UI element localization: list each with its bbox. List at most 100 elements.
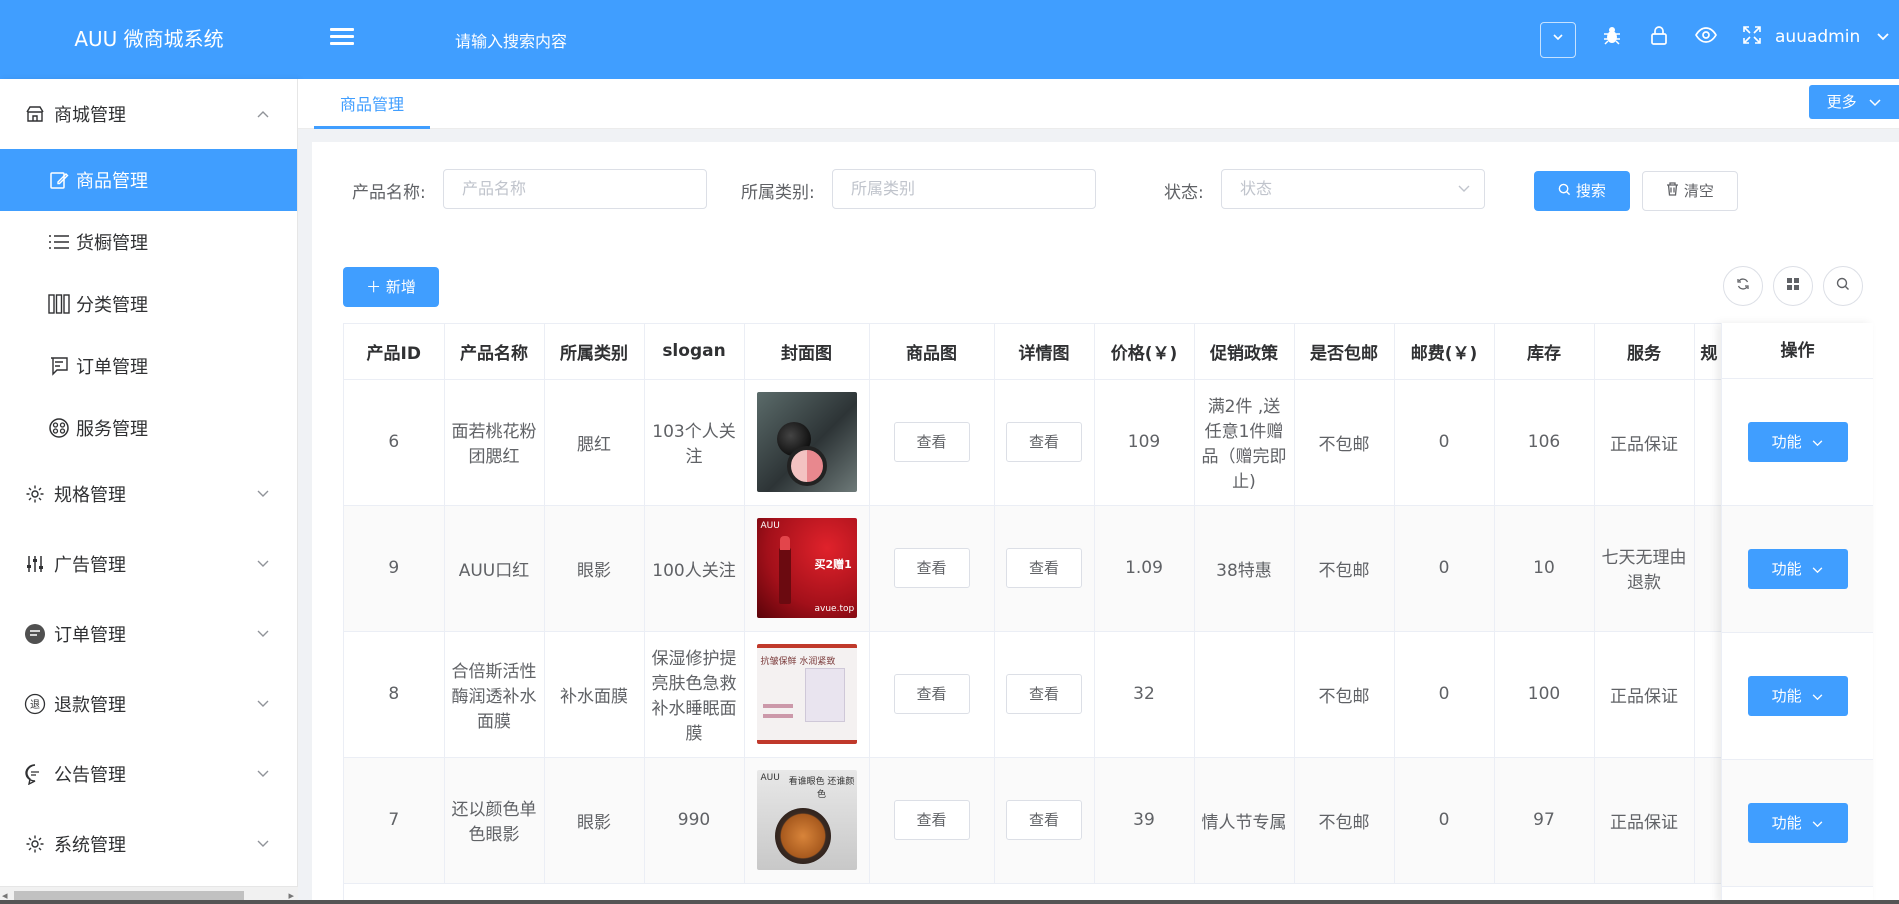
column-header[interactable]: 服务 [1594, 324, 1695, 380]
cell-price: 1.09 [1094, 505, 1195, 632]
column-header[interactable]: 是否包邮 [1294, 324, 1395, 380]
search-icon [1558, 182, 1576, 200]
cover-image[interactable] [756, 392, 857, 492]
sidebar-group-specs[interactable]: 规格管理 [0, 459, 297, 529]
cell-promo: 情人节专属 [1194, 757, 1295, 884]
sidebar-group-system[interactable]: 系统管理 [0, 809, 297, 879]
sidebar-item-showcase[interactable]: 货橱管理 [0, 211, 297, 273]
chevron-up-icon [257, 79, 269, 149]
category-input[interactable]: 所属类别 [832, 169, 1096, 209]
column-header[interactable]: 库存 [1494, 324, 1595, 380]
view-product-images-button[interactable]: 查看 [893, 548, 970, 588]
view-detail-images-button[interactable]: 查看 [1006, 800, 1082, 840]
table-header-row: 产品ID 产品名称 所属类别 slogan 封面图 商品图 详情图 价格(￥) … [344, 324, 1845, 380]
status-placeholder: 状态 [1240, 179, 1273, 198]
view-detail-images-button[interactable]: 查看 [1006, 548, 1082, 588]
top-header: AUU 微商城系统 请输入搜索内容 auuadmin [0, 0, 1899, 79]
cell-id: 7 [344, 757, 445, 884]
sidebar-group-label: 系统管理 [54, 835, 126, 856]
column-header[interactable]: 产品名称 [444, 324, 545, 380]
column-header[interactable]: 邮费(￥) [1394, 324, 1495, 380]
column-header[interactable]: 产品ID [344, 324, 445, 380]
function-dropdown-button[interactable]: 功能 [1747, 803, 1848, 843]
sidebar-item-label: 货橱管理 [76, 233, 148, 254]
sidebar-item-services[interactable]: 服务管理 [0, 397, 297, 459]
sidebar-item-categories[interactable]: 分类管理 [0, 273, 297, 335]
shop-icon [24, 103, 46, 125]
tab-products[interactable]: 商品管理 [314, 79, 430, 129]
eye-icon[interactable] [1692, 24, 1720, 52]
sidebar-item-orders[interactable]: 订单管理 [0, 335, 297, 397]
columns-button[interactable] [1773, 266, 1813, 306]
function-label: 功能 [1771, 814, 1802, 832]
sidebar-group-orders[interactable]: 订单管理 [0, 599, 297, 669]
status-select[interactable]: 状态 [1221, 169, 1485, 209]
app-logo[interactable]: AUU 微商城系统 [0, 0, 298, 79]
column-header[interactable]: 价格(￥) [1094, 324, 1195, 380]
cover-image[interactable]: 抗皱保鲜 水润紧致 [756, 644, 857, 744]
bug-icon[interactable] [1598, 24, 1626, 52]
view-detail-images-button[interactable]: 查看 [1006, 422, 1082, 462]
column-header[interactable]: 促销政策 [1194, 324, 1295, 380]
view-product-images-button[interactable]: 查看 [893, 800, 970, 840]
cell-slogan: 990 [644, 757, 745, 884]
chevron-down-icon[interactable] [1540, 22, 1576, 58]
function-dropdown-button[interactable]: 功能 [1747, 422, 1848, 462]
cell-price: 39 [1094, 757, 1195, 884]
function-dropdown-button[interactable]: 功能 [1747, 676, 1848, 716]
view-product-images-button[interactable]: 查看 [893, 674, 970, 714]
user-menu[interactable]: auuadmin [1775, 27, 1890, 47]
status-label: 状态: [1164, 183, 1204, 203]
cover-image[interactable]: AUU 看谁眼色 还谁颜色 [756, 770, 857, 870]
refresh-button[interactable] [1723, 266, 1763, 306]
sidebar-group-mall[interactable]: 商城管理 [0, 79, 297, 149]
cell-stock: 100 [1494, 631, 1595, 758]
clear-button[interactable]: 清空 [1642, 171, 1738, 211]
view-product-images-button[interactable]: 查看 [893, 422, 970, 462]
cover-promo: 买2赠1 [814, 558, 852, 571]
table-row: 9 AUU口红 眼影 100人关注 AUU 买2赠1 avue.top 查看 查… [344, 505, 1845, 632]
cover-text: 抗皱保鲜 水润紧致 [760, 657, 836, 667]
cell-shipping: 不包邮 [1294, 631, 1395, 758]
cell-name: 还以颜色单色眼影 [444, 757, 545, 884]
column-header[interactable]: 所属类别 [544, 324, 645, 380]
cell-detail-images: 查看 [994, 757, 1095, 884]
chevron-down-icon [257, 529, 269, 599]
column-header[interactable]: 详情图 [994, 324, 1095, 380]
function-dropdown-button[interactable]: 功能 [1747, 549, 1848, 589]
product-shape [778, 548, 791, 604]
column-header[interactable]: 商品图 [869, 324, 995, 380]
more-tabs-button[interactable]: 更多 [1809, 85, 1899, 119]
cover-image[interactable]: AUU 买2赠1 avue.top [756, 518, 857, 618]
table-row: 7 还以颜色单色眼影 眼影 990 AUU 看谁眼色 还谁颜色 查看 查看 39 [344, 757, 1845, 884]
product-table: 产品ID 产品名称 所属类别 slogan 封面图 商品图 详情图 价格(￥) … [343, 323, 1873, 904]
sidebar-item-products[interactable]: 商品管理 [0, 149, 297, 211]
sidebar-group-label: 退款管理 [54, 695, 126, 716]
search-button-label: 搜索 [1575, 182, 1606, 200]
lock-icon[interactable] [1645, 24, 1673, 52]
column-header[interactable]: 封面图 [744, 324, 870, 380]
toggle-search-button[interactable] [1823, 266, 1863, 306]
column-header[interactable]: slogan [644, 324, 745, 380]
fullscreen-icon[interactable] [1738, 24, 1766, 52]
global-search-input[interactable]: 请输入搜索内容 [455, 28, 567, 52]
columns-icon [48, 293, 70, 315]
product-shape [762, 714, 793, 718]
hamburger-icon[interactable] [328, 24, 356, 52]
product-shape [762, 704, 793, 708]
table-row: 6 面若桃花粉团腮红 腮红 103个人关注 查看 查看 109 满2件 ,送任意… [344, 379, 1845, 506]
cell-service: 正品保证 [1594, 379, 1695, 506]
cell-price: 109 [1094, 379, 1195, 506]
sidebar-group-refunds[interactable]: 退 退款管理 [0, 669, 297, 739]
view-detail-images-button[interactable]: 查看 [1006, 674, 1082, 714]
chat-icon [24, 623, 46, 645]
sidebar-group-notices[interactable]: 公告管理 [0, 739, 297, 809]
add-button-label: 新增 [385, 278, 416, 296]
product-name-input[interactable]: 产品名称 [443, 169, 707, 209]
add-button[interactable]: ＋ 新增 [343, 267, 439, 307]
search-button[interactable]: 搜索 [1534, 171, 1630, 211]
sidebar-group-label: 规格管理 [54, 485, 126, 506]
sidebar-group-ads[interactable]: 广告管理 [0, 529, 297, 599]
sidebar-group-label: 广告管理 [54, 555, 126, 576]
product-shape [774, 808, 831, 864]
